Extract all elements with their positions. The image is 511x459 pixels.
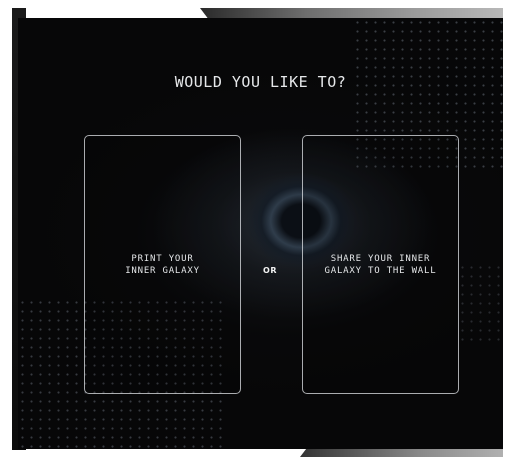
dot-grid-pattern <box>458 263 503 343</box>
print-galaxy-label: PRINT YOUR INNER GALAXY <box>125 253 200 276</box>
share-galaxy-button[interactable]: SHARE YOUR INNER GALAXY TO THE WALL <box>302 135 459 394</box>
device-frame: WOULD YOU LIKE TO? PRINT YOUR INNER GALA… <box>0 0 511 459</box>
or-separator: OR <box>263 266 277 275</box>
print-galaxy-button[interactable]: PRINT YOUR INNER GALAXY <box>84 135 241 394</box>
kiosk-screen: WOULD YOU LIKE TO? PRINT YOUR INNER GALA… <box>18 18 503 449</box>
share-galaxy-label: SHARE YOUR INNER GALAXY TO THE WALL <box>324 253 437 276</box>
page-title: WOULD YOU LIKE TO? <box>174 73 347 91</box>
screen-bezel-bottom <box>300 449 503 457</box>
